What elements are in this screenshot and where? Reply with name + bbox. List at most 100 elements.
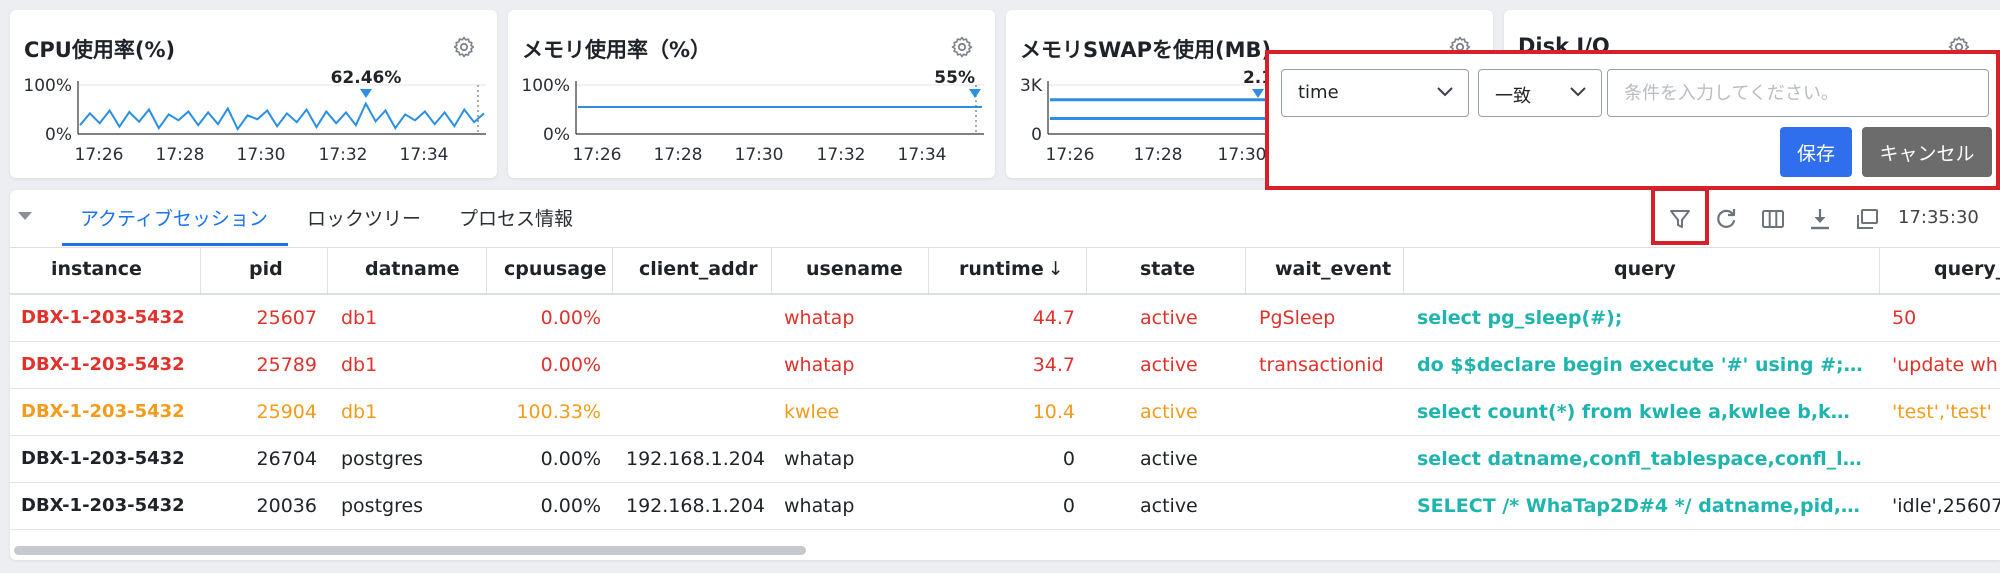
operator-select[interactable]: 一致 — [1478, 69, 1602, 117]
column-header-label: datname — [365, 258, 460, 280]
cell-datname: db1 — [341, 401, 378, 423]
column-header-label: instance — [51, 258, 142, 280]
column-header-label: wait_event — [1275, 258, 1392, 280]
cell-query-: 'idle',25607 — [1892, 495, 2000, 517]
x-tick-label: 17:34 — [400, 145, 449, 165]
active-tab-indicator — [62, 243, 288, 246]
cell-datname: db1 — [341, 307, 378, 329]
column-header-usename[interactable]: usename — [806, 258, 903, 280]
cell-query: do $$declare begin execute '#' using #; … — [1417, 354, 1867, 376]
cell-wait-event: transactionid — [1259, 354, 1384, 376]
table-row[interactable]: DBX-1-203-5432 25789 db1 0.00% whatap 34.7 act… — [10, 342, 2000, 389]
cell-cpuusage: 0.00% — [540, 307, 601, 329]
column-separator[interactable] — [1086, 248, 1087, 293]
column-header-label: runtime — [959, 258, 1044, 280]
x-tick-label: 17:32 — [319, 145, 368, 165]
cell-cpuusage: 0.00% — [540, 448, 601, 470]
x-tick-label: 17:30 — [237, 145, 286, 165]
column-header-runtime[interactable]: runtime ↓ — [959, 258, 1064, 280]
cell-pid: 25607 — [256, 307, 317, 329]
tab-active-sessions[interactable]: アクティブセッション — [80, 204, 268, 231]
cell-runtime: 0 — [1062, 495, 1075, 517]
cell-query: select pg_sleep(#); — [1417, 307, 1623, 329]
column-header-datname[interactable]: datname — [365, 258, 460, 280]
cell-datname: postgres — [341, 448, 424, 470]
field-select-value: time — [1298, 82, 1339, 103]
filter-highlight-box — [1651, 187, 1709, 245]
column-header-query-[interactable]: query_ — [1934, 258, 2000, 280]
cell-pid: 25904 — [256, 401, 317, 423]
cell-datname: postgres — [341, 495, 424, 517]
column-separator[interactable] — [771, 248, 772, 293]
column-header-client-addr[interactable]: client_addr — [639, 258, 758, 280]
column-separator[interactable] — [1245, 248, 1246, 293]
x-tick-label: 17:30 — [1218, 145, 1267, 165]
horizontal-scrollbar[interactable] — [14, 546, 806, 555]
condition-input[interactable] — [1607, 69, 1989, 117]
cancel-button[interactable]: キャンセル — [1862, 127, 1992, 177]
x-tick-label: 17:26 — [1046, 145, 1095, 165]
download-icon[interactable] — [1806, 205, 1834, 233]
cell-cpuusage: 0.00% — [540, 354, 601, 376]
save-button[interactable]: 保存 — [1780, 127, 1852, 177]
cell-state: active — [1140, 307, 1198, 329]
column-header-label: usename — [806, 258, 903, 280]
sort-desc-icon[interactable]: ↓ — [1048, 258, 1064, 280]
cell-usename: whatap — [784, 495, 855, 517]
column-separator[interactable] — [200, 248, 201, 293]
column-header-instance[interactable]: instance — [51, 258, 142, 280]
cell-client-addr: 192.168.1.204 — [626, 495, 766, 517]
cell-state: active — [1140, 448, 1198, 470]
cell-usename: whatap — [784, 354, 855, 376]
column-header-pid[interactable]: pid — [249, 258, 283, 280]
cell-runtime: 10.4 — [1032, 401, 1075, 423]
y-tick-label: 100% — [23, 76, 72, 96]
chevron-down-icon — [1570, 87, 1586, 97]
column-separator[interactable] — [612, 248, 613, 293]
columns-icon[interactable] — [1759, 205, 1787, 233]
column-header-label: state — [1140, 258, 1196, 280]
x-tick-label: 17:28 — [156, 145, 205, 165]
y-tick-label: 0 — [1031, 125, 1042, 145]
column-separator[interactable] — [1403, 248, 1404, 293]
tab-process-info[interactable]: プロセス情報 — [459, 204, 573, 231]
y-tick-label: 0% — [543, 125, 570, 145]
column-header-state[interactable]: state — [1140, 258, 1195, 280]
peak-marker — [969, 89, 981, 98]
field-select[interactable]: time — [1281, 69, 1469, 117]
tab-lock-tree[interactable]: ロックツリー — [307, 204, 421, 231]
column-separator[interactable] — [1879, 248, 1880, 293]
column-header-label: query — [1614, 258, 1676, 280]
collapse-toggle-icon[interactable] — [18, 212, 32, 220]
column-separator[interactable] — [486, 248, 487, 293]
cell-instance: DBX-1-203-5432 — [21, 307, 185, 328]
column-header-wait-event[interactable]: wait_event — [1275, 258, 1391, 280]
table-row[interactable]: DBX-1-203-5432 25904 db1 100.33% kwlee 10.4 ac… — [10, 389, 2000, 436]
cell-state: active — [1140, 495, 1198, 517]
cell-query-: 'test','test' — [1892, 401, 1992, 423]
cell-wait-event: PgSleep — [1259, 307, 1336, 329]
operator-select-value: 一致 — [1495, 86, 1531, 107]
cell-query: SELECT /* WhaTap2D#4 */ datname,pid,extr… — [1417, 495, 1867, 517]
cell-runtime: 34.7 — [1032, 354, 1075, 376]
cell-runtime: 44.7 — [1032, 307, 1075, 329]
x-tick-label: 17:28 — [654, 145, 703, 165]
column-separator[interactable] — [928, 248, 929, 293]
cpu-usage-card: CPU使用率(%) 100% 0% 17:26 17:28 17:30 17:32 17:3… — [10, 10, 497, 178]
y-tick-label: 0% — [45, 125, 72, 145]
y-tick-label: 100% — [521, 76, 570, 96]
peak-value-label: 62.46% — [331, 68, 402, 88]
table-row[interactable]: DBX-1-203-5432 25607 db1 0.00% whatap 44.7 act… — [10, 295, 2000, 342]
table-row[interactable]: DBX-1-203-5432 20036 postgres 0.00% 192.168.… — [10, 483, 2000, 530]
window-icon[interactable] — [1853, 205, 1881, 233]
cell-datname: db1 — [341, 354, 378, 376]
cell-client-addr: 192.168.1.204 — [626, 448, 766, 470]
cell-cpuusage: 100.33% — [516, 401, 601, 423]
column-header-cpuusage[interactable]: cpuusage — [504, 258, 607, 280]
memory-usage-card: メモリ使用率（%） 100% 0% 17:26 17:28 17:30 17:32 17:3… — [508, 10, 995, 178]
table-header-top-border — [10, 247, 2000, 248]
refresh-icon[interactable] — [1712, 205, 1740, 233]
column-separator[interactable] — [327, 248, 328, 293]
table-row[interactable]: DBX-1-203-5432 26704 postgres 0.00% 192.168.… — [10, 436, 2000, 483]
column-header-query[interactable]: query — [1614, 258, 1676, 280]
